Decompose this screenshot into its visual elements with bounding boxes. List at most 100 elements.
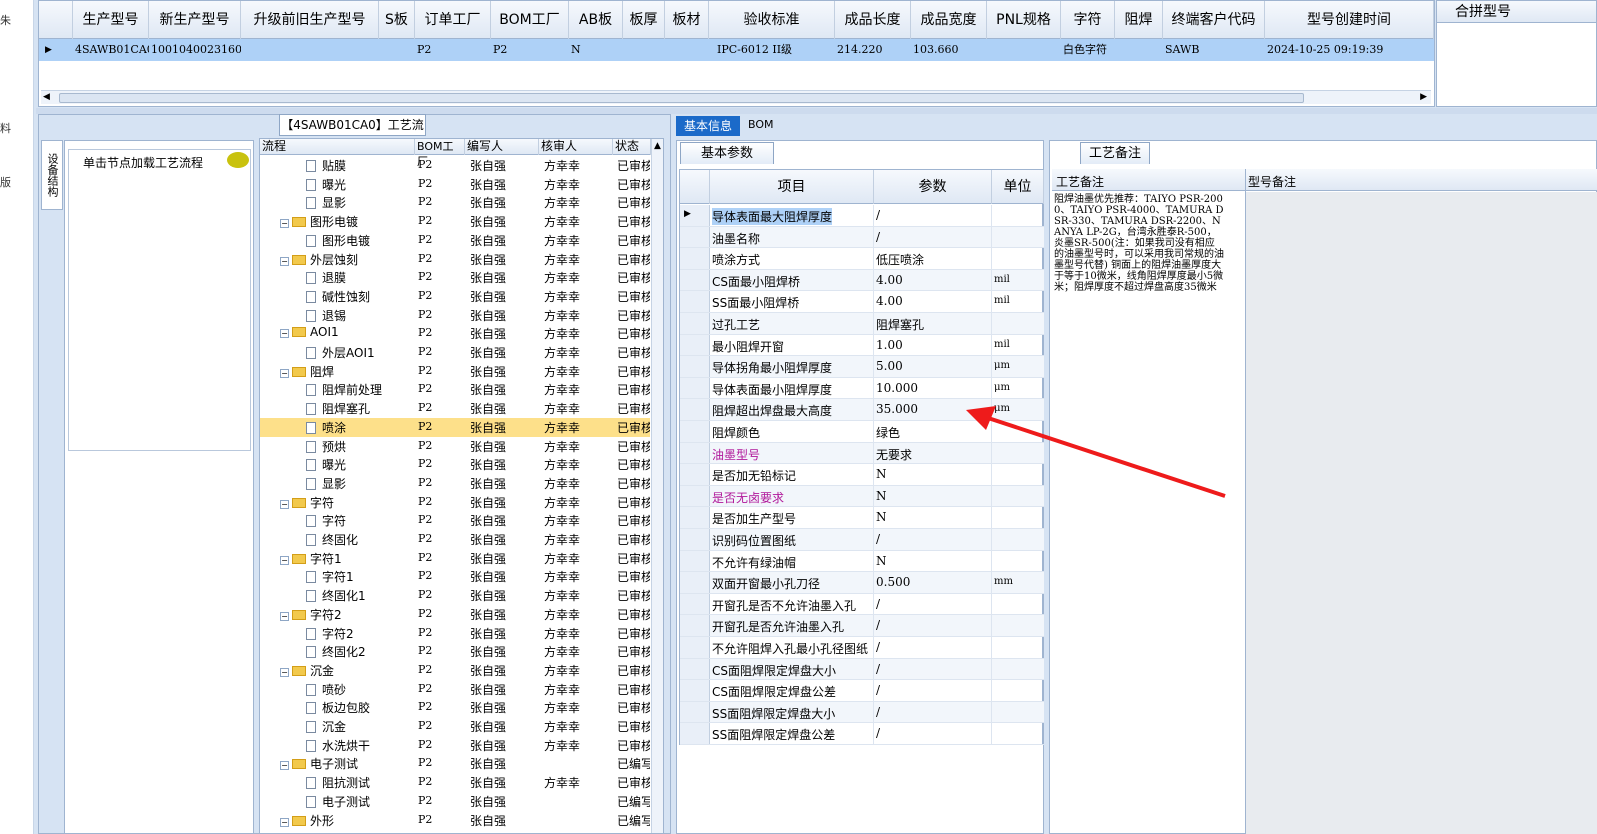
tree-node[interactable]: − AOI1 xyxy=(280,325,339,339)
cell[interactable]: IPC-6012 II级 xyxy=(715,39,835,61)
node-list[interactable]: 单击节点加载工艺流程 xyxy=(68,149,251,451)
param-row[interactable]: 油墨名称 / xyxy=(680,226,1044,249)
tree-node[interactable]: 终固化 xyxy=(306,531,358,548)
param-value[interactable]: 4.00 xyxy=(876,273,903,287)
tree-node[interactable]: 字符1 xyxy=(306,568,354,585)
param-value[interactable]: 4.00 xyxy=(876,294,903,308)
collapse-icon[interactable]: − xyxy=(280,256,289,266)
param-value[interactable]: N xyxy=(876,554,887,568)
col-header[interactable]: PNL规格 xyxy=(987,1,1061,39)
tree-node[interactable]: 退膜 xyxy=(306,269,346,286)
param-row[interactable]: 导体表面最小阻焊厚度 10.000 μm xyxy=(680,377,1044,400)
tree-row[interactable]: 退膜 P2 张自强 方幸幸 已审核 xyxy=(260,268,650,287)
tree-row[interactable]: 阻焊前处理 P2 张自强 方幸幸 已审核 xyxy=(260,380,650,399)
tree-node[interactable]: − 外层蚀刻 xyxy=(280,251,358,268)
tree-row[interactable]: − 字符 P2 张自强 方幸幸 已审核 xyxy=(260,493,650,512)
chat-bubble-icon[interactable] xyxy=(227,152,249,168)
tree-node[interactable]: 字符2 xyxy=(306,625,354,642)
tree-node[interactable]: − 沉金 xyxy=(280,662,334,679)
param-value[interactable]: / xyxy=(876,683,880,697)
col-header[interactable]: 核审人 xyxy=(539,139,613,155)
tree-row[interactable]: 字符1 P2 张自强 方幸幸 已审核 xyxy=(260,567,650,586)
tab-basic-info[interactable]: 基本信息 xyxy=(676,116,740,136)
tree-node[interactable]: 外层AOI1 xyxy=(306,344,375,361)
tab-process-notes[interactable]: 工艺备注 xyxy=(1080,142,1150,164)
col-header[interactable]: 字符 xyxy=(1061,1,1115,39)
tree-node[interactable]: 图形电镀 xyxy=(306,232,370,249)
tree-row[interactable]: 水洗烘干 P2 张自强 方幸幸 已审核 xyxy=(260,736,650,755)
tree-node[interactable]: 显影 xyxy=(306,475,346,492)
col-header[interactable]: 终端客户代码 xyxy=(1163,1,1265,39)
tree-row[interactable]: 喷涂 P2 张自强 方幸幸 已审核 xyxy=(260,417,650,437)
param-row[interactable]: 不允许阻焊入孔最小孔径图纸 / xyxy=(680,637,1044,659)
tree-node[interactable]: 曝光 xyxy=(306,456,346,473)
param-row[interactable]: 过孔工艺 阻焊塞孔 xyxy=(680,313,1044,335)
tab-bom[interactable]: BOM xyxy=(748,118,774,131)
tree-row[interactable]: 阻抗测试 P2 张自强 方幸幸 已审核 xyxy=(260,773,650,792)
product-grid[interactable]: 生产型号 新生产型号 升级前旧生产型号 S板 订单工厂 BOM工厂 AB板 板厚… xyxy=(38,0,1435,107)
param-row[interactable]: 导体拐角最小阻焊厚度 5.00 μm xyxy=(680,356,1044,378)
param-value[interactable]: N xyxy=(876,467,887,481)
cell[interactable]: 4SAWB01CA0 xyxy=(73,39,149,61)
param-row[interactable]: 不允许有绿油帽 N xyxy=(680,550,1044,573)
tab-device-structure[interactable]: 设备结构 xyxy=(41,140,63,210)
col-header[interactable]: 成品宽度 xyxy=(911,1,987,39)
scroll-right-icon[interactable]: ▶ xyxy=(1420,92,1427,102)
tree-node[interactable]: − 图形电镀 xyxy=(280,213,358,230)
tree-node[interactable]: 预烘 xyxy=(306,438,346,455)
param-value[interactable]: 5.00 xyxy=(876,359,903,373)
scroll-left-icon[interactable]: ◀ xyxy=(43,92,50,102)
cell[interactable]: 214.220 xyxy=(835,39,911,61)
col-header[interactable]: 编写人 xyxy=(465,139,539,155)
process-tree[interactable]: 流程 BOM工厂 编写人 核审人 状态 贴膜 P2 张自强 方幸幸 已审核 曝光 P2 张自强… xyxy=(259,138,664,834)
process-notes-text[interactable]: 阻焊油墨优先推荐：TAIYO PSR-2000、TAIYO PSR-4000、T… xyxy=(1054,194,1224,293)
tree-node[interactable]: − 字符2 xyxy=(280,606,342,623)
param-row[interactable]: 双面开窗最小孔刀径 0.500 mm xyxy=(680,572,1044,594)
tree-row[interactable]: − 沉金 P2 张自强 方幸幸 已审核 xyxy=(260,661,650,680)
tree-row[interactable]: − 外层蚀刻 P2 张自强 方幸幸 已审核 xyxy=(260,250,650,269)
tree-node[interactable]: 水洗烘干 xyxy=(306,737,370,754)
tree-node[interactable]: 板边包胶 xyxy=(306,699,370,716)
param-value[interactable]: / xyxy=(876,532,880,546)
col-header[interactable]: 流程 xyxy=(260,139,415,155)
tree-row[interactable]: 板边包胶 P2 张自强 方幸幸 已审核 xyxy=(260,698,650,717)
model-notes-area[interactable] xyxy=(1246,192,1597,834)
scroll-thumb[interactable] xyxy=(59,93,1304,103)
tree-node[interactable]: 贴膜 xyxy=(306,157,346,174)
cell[interactable]: 10010400231608 xyxy=(149,39,241,61)
collapse-icon[interactable]: − xyxy=(280,368,289,378)
col-header[interactable]: 项目 xyxy=(710,170,874,204)
tree-row[interactable]: 阻焊塞孔 P2 张自强 方幸幸 已审核 xyxy=(260,399,650,418)
param-value[interactable]: / xyxy=(876,705,880,719)
tree-row[interactable]: 曝光 P2 张自强 方幸幸 已审核 xyxy=(260,455,650,474)
param-row[interactable]: CS面阻焊限定焊盘大小 / xyxy=(680,658,1044,681)
cell[interactable]: 103.660 xyxy=(911,39,987,61)
cell[interactable]: SAWB xyxy=(1163,39,1265,61)
cell[interactable]: P2 xyxy=(415,39,491,61)
tree-node[interactable]: 阻焊前处理 xyxy=(306,381,382,398)
collapse-icon[interactable]: − xyxy=(280,219,289,229)
param-value[interactable]: / xyxy=(876,618,880,632)
tree-row[interactable]: 图形电镀 P2 张自强 方幸幸 已审核 xyxy=(260,231,650,250)
col-header[interactable]: 阻焊 xyxy=(1115,1,1163,39)
collapse-icon[interactable]: − xyxy=(280,329,289,339)
param-row[interactable]: 是否加生产型号 N xyxy=(680,507,1044,529)
tree-node[interactable]: − 字符1 xyxy=(280,550,342,567)
tree-row[interactable]: 预烘 P2 张自强 方幸幸 已审核 xyxy=(260,437,650,456)
col-header[interactable]: BOM工厂 xyxy=(491,1,569,39)
param-value[interactable]: / xyxy=(876,597,880,611)
param-value[interactable]: 低压喷涂 xyxy=(876,251,924,268)
tree-node[interactable]: 阻抗测试 xyxy=(306,774,370,791)
param-value[interactable]: / xyxy=(876,662,880,676)
param-value[interactable]: / xyxy=(876,208,880,222)
param-value[interactable]: 35.000 xyxy=(876,402,918,416)
tree-node[interactable]: 终固化1 xyxy=(306,587,366,604)
collapse-icon[interactable]: − xyxy=(280,761,289,771)
table-row[interactable]: ▶ 4SAWB01CA0 10010400231608 P2 P2 N IPC-… xyxy=(39,39,1434,61)
tree-row[interactable]: − 图形电镀 P2 张自强 方幸幸 已审核 xyxy=(260,212,650,231)
tree-row[interactable]: 退锡 P2 张自强 方幸幸 已审核 xyxy=(260,306,650,325)
tree-row[interactable]: 碱性蚀刻 P2 张自强 方幸幸 已审核 xyxy=(260,287,650,306)
tree-row[interactable]: 贴膜 P2 张自强 方幸幸 已审核 xyxy=(260,156,650,175)
tree-node[interactable]: 字符 xyxy=(306,512,346,529)
tree-node[interactable]: − 字符 xyxy=(280,494,334,511)
